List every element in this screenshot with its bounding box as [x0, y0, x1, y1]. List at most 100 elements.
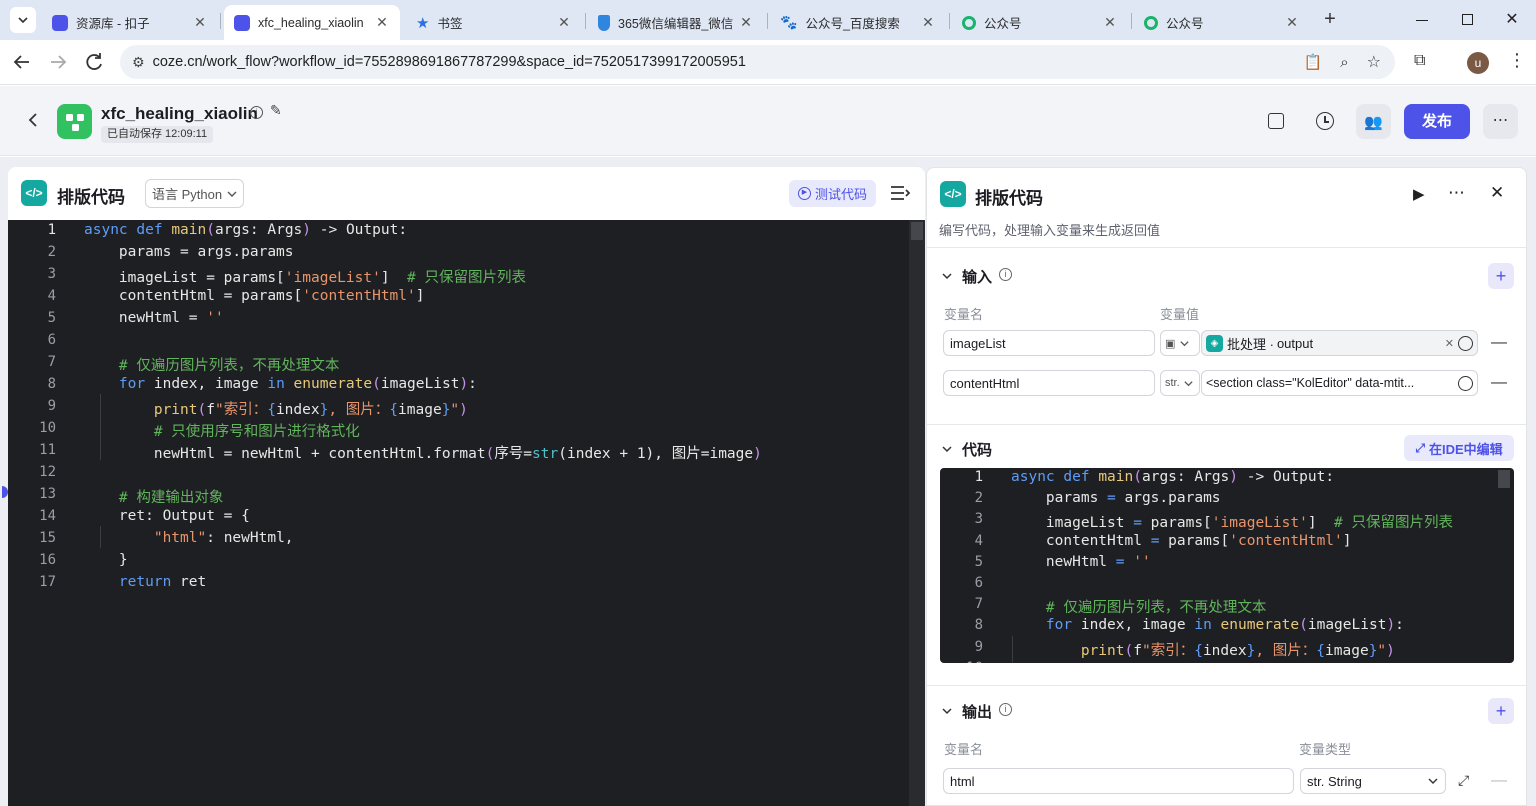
output-name-field[interactable]: html [943, 768, 1294, 794]
collapse-input-icon[interactable] [941, 270, 953, 282]
browser-tab[interactable]: ★ 书签 ✕ [406, 5, 582, 40]
coze-icon [52, 14, 68, 31]
browser-menu-icon[interactable]: ⋮ [1508, 50, 1526, 71]
avatar[interactable]: u [1467, 52, 1489, 74]
editor-scrollbar[interactable] [909, 220, 925, 806]
line-number: 7 [47, 354, 56, 370]
editor-title: 排版代码 [57, 188, 125, 207]
run-node-icon[interactable]: ▶ [1413, 185, 1425, 203]
site-info-icon[interactable]: ⚙ [132, 54, 145, 71]
output-type-select[interactable]: str. String [1300, 768, 1446, 794]
collaborate-button[interactable]: 👥 [1356, 104, 1391, 139]
browser-tab-active[interactable]: xfc_healing_xiaolin ✕ [224, 5, 400, 40]
more-button[interactable]: ⋯ [1483, 104, 1518, 139]
close-tab-icon[interactable]: ✕ [1102, 14, 1118, 31]
expand-output-icon[interactable]: ⤢ [1458, 772, 1469, 789]
panel-toggle-icon[interactable] [890, 184, 910, 202]
add-output-button[interactable]: + [1488, 698, 1514, 724]
maximize-button[interactable] [1458, 12, 1478, 28]
code-line: params = args.params [1011, 490, 1221, 507]
info-icon[interactable]: i [250, 106, 263, 119]
close-tab-icon[interactable]: ✕ [192, 14, 208, 31]
arrow-right-icon [51, 55, 67, 69]
collapse-code-icon[interactable] [941, 443, 953, 455]
workflow-icon [65, 113, 84, 131]
remove-input-button[interactable]: — [1491, 374, 1507, 392]
close-tab-icon[interactable]: ✕ [920, 14, 936, 31]
variable-picker-icon[interactable] [1458, 335, 1473, 351]
chevron-down-icon [18, 17, 28, 24]
input-value-ref[interactable]: ◈ 批处理 · output ✕ [1201, 330, 1478, 356]
collapse-output-icon[interactable] [941, 705, 953, 717]
line-number: 6 [974, 575, 983, 591]
line-number: 5 [47, 310, 56, 326]
close-tab-icon[interactable]: ✕ [556, 14, 572, 31]
browser-tab[interactable]: 🐾 公众号_百度搜索 ✕ [770, 5, 946, 40]
clear-ref-icon[interactable]: ✕ [1445, 337, 1454, 350]
code-preview[interactable]: 1 async def main(args: Args) -> Output: 2 … [940, 468, 1514, 663]
browser-tab[interactable]: 资源库 - 扣子 ✕ [42, 5, 218, 40]
edit-icon[interactable]: ✎ [270, 102, 282, 119]
line-number: 9 [47, 398, 56, 414]
input-value-field[interactable]: <section class="KolEditor" data-mtit... [1201, 370, 1478, 396]
close-window-button[interactable]: ✕ [1500, 8, 1524, 32]
history-icon[interactable] [1316, 112, 1334, 130]
copy-workflow-icon[interactable] [1268, 113, 1284, 129]
line-number: 9 [974, 638, 983, 655]
back-button[interactable] [10, 50, 34, 74]
code-line: # 只使用序号和图片进行格式化 [153, 424, 360, 440]
users-icon: 👥 [1364, 113, 1383, 131]
close-tab-icon[interactable]: ✕ [1284, 14, 1300, 31]
code-editor[interactable]: 1 async def main(args: Args) -> Output: 2 … [8, 220, 925, 806]
editor-scrollbar-thumb[interactable] [911, 222, 923, 240]
clipboard-icon[interactable]: 📋 [1304, 53, 1323, 71]
input-name-field[interactable]: imageList [943, 330, 1155, 356]
line-number: 14 [39, 508, 56, 524]
info-icon[interactable]: i [999, 703, 1012, 716]
add-input-button[interactable]: + [1488, 263, 1514, 289]
forward-button[interactable] [46, 50, 70, 74]
close-panel-icon[interactable]: ✕ [1490, 183, 1504, 203]
input-type-select[interactable]: ▣ [1160, 330, 1200, 356]
browser-tab[interactable]: 公众号 ✕ [952, 5, 1128, 40]
line-number: 10 [940, 660, 983, 663]
edit-in-ide-button[interactable]: ⤢ 在IDE中编辑 [1404, 435, 1514, 461]
input-type-select[interactable]: str. [1160, 370, 1200, 396]
new-tab-button[interactable]: + [1318, 8, 1342, 32]
extensions-icon[interactable]: ⧉ [1414, 52, 1425, 70]
col-var-value: 变量值 [1160, 307, 1200, 322]
more-options-icon[interactable]: ⋯ [1448, 183, 1465, 203]
test-code-button[interactable]: ▶ 测试代码 [789, 180, 876, 207]
code-line: ret: Output = { [84, 508, 250, 524]
reload-button[interactable] [82, 50, 106, 74]
editor-scrollbar-thumb[interactable] [1498, 470, 1510, 488]
language-select[interactable]: 语言 Python [145, 179, 244, 208]
line-number: 8 [974, 617, 983, 634]
swirl-icon [962, 15, 976, 30]
input-name-field[interactable]: contentHtml [943, 370, 1155, 396]
url-field[interactable]: ⚙ coze.cn/work_flow?workflow_id=75528986… [120, 45, 1395, 79]
chevron-down-icon [1428, 778, 1438, 784]
code-line: "html": newHtml, [153, 530, 294, 546]
code-line: return ret [118, 574, 207, 590]
zoom-icon[interactable]: ⌕ [1340, 54, 1348, 71]
info-icon[interactable]: i [999, 268, 1012, 281]
code-line: for index, image in enumerate(imageList)… [118, 376, 477, 392]
line-number: 3 [47, 266, 56, 282]
line-number: 3 [974, 511, 983, 528]
bookmark-star-icon[interactable]: ☆ [1367, 52, 1381, 72]
remove-input-button[interactable]: — [1491, 334, 1507, 352]
node-title[interactable]: 排版代码 [975, 184, 1043, 209]
chevron-down-icon [1180, 340, 1190, 346]
variable-picker-icon[interactable] [1458, 375, 1473, 391]
publish-button[interactable]: 发布 [1404, 104, 1470, 139]
close-tab-icon[interactable]: ✕ [738, 14, 754, 31]
code-line: print(f"索引：{index}, 图片：{image}") [153, 402, 468, 418]
code-line: async def main(args: Args) -> Output: [84, 222, 408, 238]
tab-search-button[interactable] [10, 7, 36, 33]
browser-tab[interactable]: 365微信编辑器_微信 ✕ [588, 5, 764, 40]
back-icon[interactable] [26, 112, 40, 128]
browser-tab[interactable]: 公众号 ✕ [1134, 5, 1310, 40]
close-tab-icon[interactable]: ✕ [374, 14, 390, 31]
minimize-button[interactable] [1412, 12, 1432, 28]
